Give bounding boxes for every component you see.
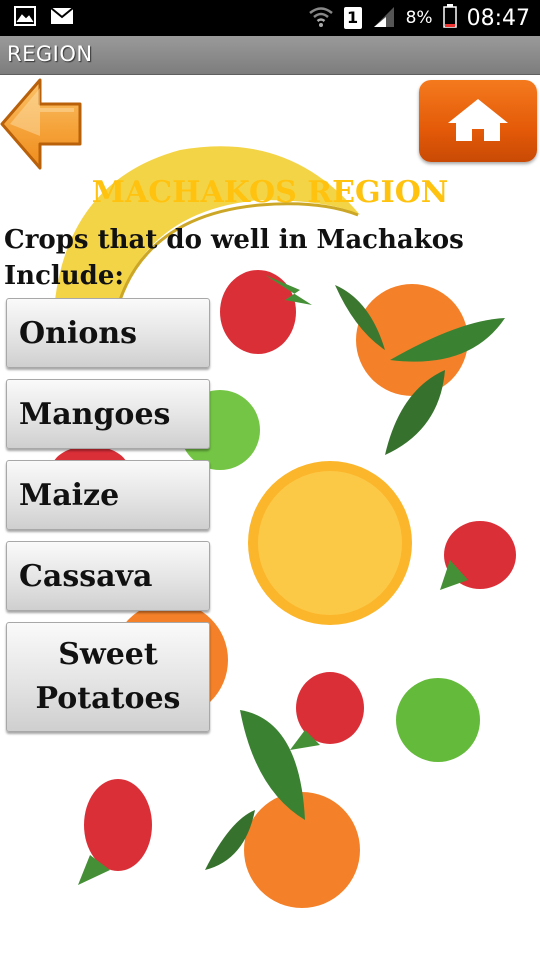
crop-button-mangoes[interactable]: Mangoes: [6, 379, 210, 449]
back-button[interactable]: [0, 78, 84, 170]
wifi-icon: [308, 4, 334, 32]
signal-icon: [372, 5, 396, 31]
region-title: MACHAKOS REGION: [91, 175, 449, 210]
battery-percent: 8%: [405, 8, 433, 28]
image-icon: [14, 6, 36, 30]
crop-button-cassava[interactable]: Cassava: [6, 541, 210, 611]
back-arrow-icon: [0, 78, 82, 170]
crop-list: Onions Mangoes Maize Cassava Sweet Potat…: [6, 298, 210, 743]
home-icon: [448, 99, 508, 141]
crop-button-sweet-potatoes[interactable]: Sweet Potatoes: [6, 622, 210, 732]
clock: 08:47: [466, 5, 530, 31]
status-bar: 1 8% 08:47: [0, 0, 540, 36]
crop-button-onions[interactable]: Onions: [6, 298, 210, 368]
app-title: REGION: [7, 42, 93, 66]
intro-text: Crops that do well in Machakos Include:: [4, 225, 464, 291]
battery-icon: [442, 4, 457, 32]
sim-icon: 1: [343, 7, 362, 29]
mail-icon: [50, 7, 74, 29]
crop-button-maize[interactable]: Maize: [6, 460, 210, 530]
title-bar: REGION: [0, 36, 540, 75]
home-button[interactable]: [419, 80, 537, 162]
